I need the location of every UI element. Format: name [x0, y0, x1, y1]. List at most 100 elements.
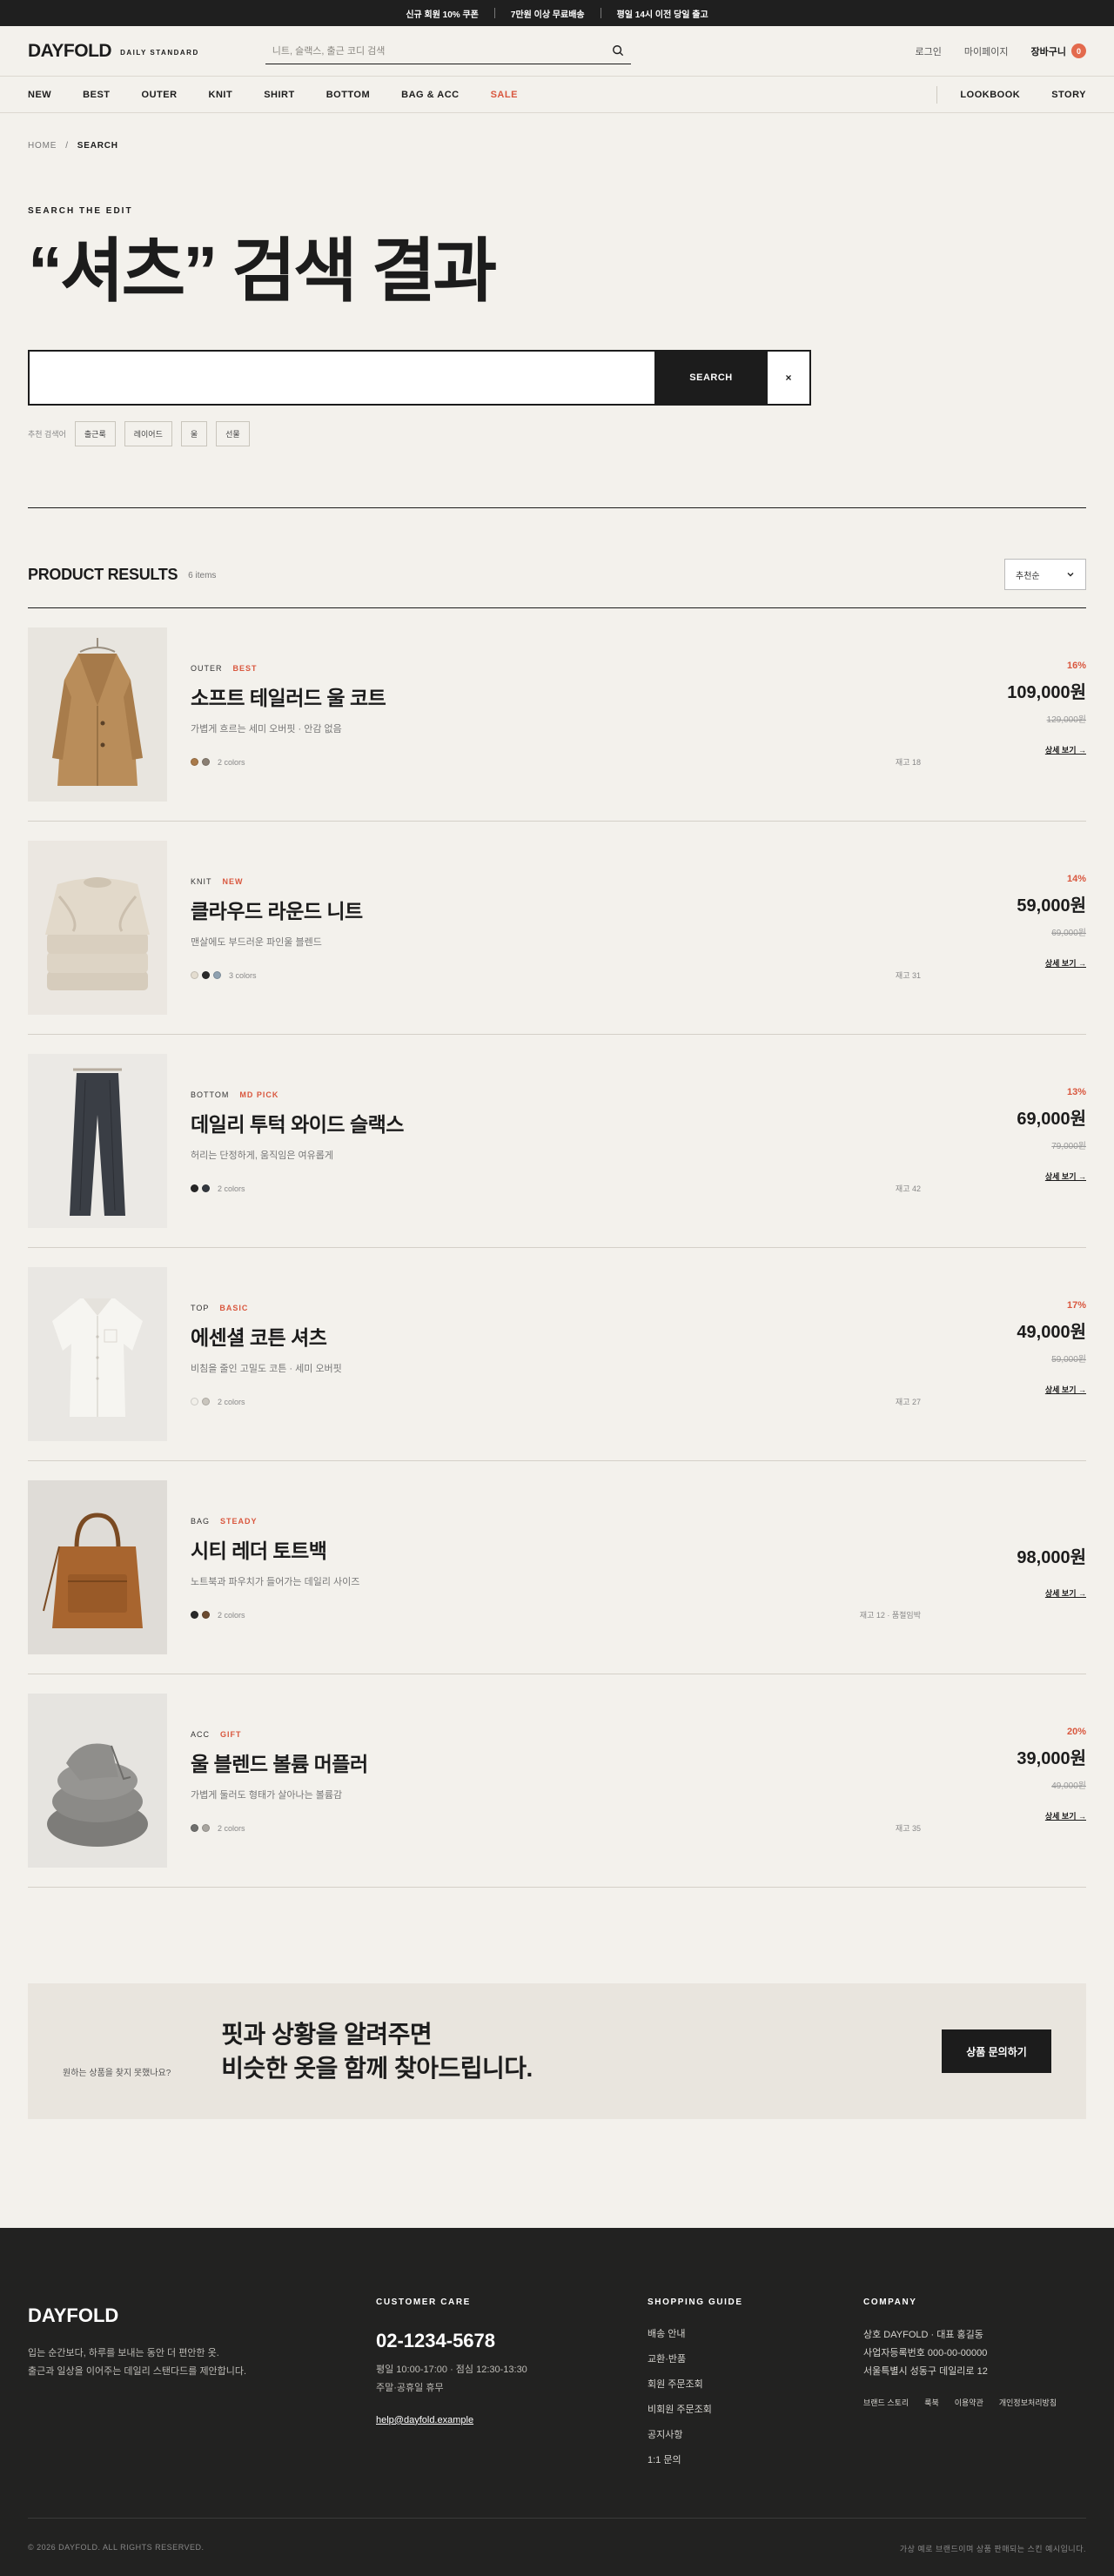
nav-sale[interactable]: SALE: [491, 90, 518, 100]
guide-link[interactable]: 공지사항: [648, 2427, 863, 2441]
nav-lookbook[interactable]: LOOKBOOK: [960, 90, 1020, 100]
product-image[interactable]: [28, 1054, 167, 1228]
color-swatch[interactable]: [191, 758, 198, 766]
footer-tagline: 입는 순간보다, 하루를 보내는 동안 더 편안한 옷.: [28, 2348, 219, 2358]
product-category: BAG: [191, 1517, 211, 1526]
footer-link[interactable]: 개인정보처리방침: [999, 2397, 1057, 2408]
original-price: 69,000원: [1051, 929, 1086, 938]
search-input[interactable]: [30, 352, 654, 404]
logo[interactable]: DAYFOLD: [28, 41, 112, 62]
color-swatch[interactable]: [202, 971, 210, 979]
nav-best[interactable]: BEST: [83, 90, 110, 100]
keyword-chip[interactable]: 레이어드: [124, 421, 172, 446]
breadcrumb-home[interactable]: HOME: [28, 141, 57, 151]
product-category: TOP: [191, 1304, 210, 1312]
product-image[interactable]: [28, 1694, 167, 1868]
product-name[interactable]: 데일리 투턱 와이드 슬랙스: [191, 1108, 938, 1137]
eyebrow-label: SEARCH THE EDIT: [28, 206, 133, 216]
nav-outer[interactable]: OUTER: [142, 90, 178, 100]
guide-link[interactable]: 비회원 주문조회: [648, 2402, 863, 2416]
cart-count-badge: 0: [1071, 44, 1086, 58]
product-row[interactable]: BOTTOM MD PICK 데일리 투턱 와이드 슬랙스 허리는 단정하게, 움…: [28, 1035, 1086, 1248]
guide-link[interactable]: 1:1 문의: [648, 2452, 863, 2466]
color-swatch[interactable]: [191, 971, 198, 979]
detail-link[interactable]: 상세 보기 →: [1045, 1384, 1086, 1395]
breadcrumb: HOME / SEARCH: [0, 141, 1114, 151]
nav-bottom[interactable]: BOTTOM: [326, 90, 370, 100]
demo-notice: 가상 예로 브랜드이며 상품 판매되는 스킨 예시입니다.: [899, 2545, 1086, 2553]
product-description: 비침을 줄인 고밀도 코튼 · 세미 오버핏: [191, 1364, 342, 1374]
detail-link[interactable]: 상세 보기 →: [1045, 1810, 1086, 1821]
footer-link[interactable]: 브랜드 스토리: [863, 2397, 909, 2408]
search-form: SEARCH ×: [28, 350, 811, 406]
nav-knit[interactable]: KNIT: [209, 90, 233, 100]
header-search-input[interactable]: 니트, 슬랙스, 출근 코디 검색: [272, 44, 386, 57]
search-icon[interactable]: [612, 44, 624, 57]
header-utility: 로그인 마이페이지 장바구니 0: [916, 44, 1086, 58]
nav-new[interactable]: NEW: [28, 90, 51, 100]
detail-link[interactable]: 상세 보기 →: [1045, 744, 1086, 755]
footer-tagline: 출근과 일상을 이어주는 데일리 스탠다드를 제안합니다.: [28, 2365, 247, 2377]
site-header: DAYFOLD DAILY STANDARD 니트, 슬랙스, 출근 코디 검색…: [0, 26, 1114, 77]
login-link[interactable]: 로그인: [916, 44, 942, 58]
product-row[interactable]: TOP BASIC 에센셜 코튼 셔츠 비침을 줄인 고밀도 코튼 · 세미 오버…: [28, 1248, 1086, 1461]
guide-link[interactable]: 배송 안내: [648, 2326, 863, 2340]
product-image[interactable]: [28, 1480, 167, 1654]
color-swatch[interactable]: [202, 1611, 210, 1619]
nav-bag-acc[interactable]: BAG & ACC: [401, 90, 459, 100]
color-swatch[interactable]: [191, 1824, 198, 1832]
banner-caption: 원하는 상품을 찾지 못했나요?: [63, 2068, 171, 2078]
cart-label: 장바구니: [1030, 46, 1066, 57]
phone-number[interactable]: 02-1234-5678: [376, 2330, 648, 2352]
product-row[interactable]: BAG STEADY 시티 레더 토트백 노트북과 파우치가 들어가는 데일리 사…: [28, 1461, 1086, 1674]
keyword-chip[interactable]: 울: [180, 421, 208, 446]
breadcrumb-current: SEARCH: [77, 141, 118, 151]
discount-rate: 13%: [1066, 1087, 1086, 1097]
detail-link[interactable]: 상세 보기 →: [1045, 957, 1086, 969]
color-swatch[interactable]: [213, 971, 221, 979]
product-image[interactable]: [28, 1267, 167, 1441]
color-swatch[interactable]: [202, 1184, 210, 1192]
product-name[interactable]: 소프트 테일러드 울 코트: [191, 681, 938, 711]
color-swatch[interactable]: [202, 758, 210, 766]
product-name[interactable]: 울 블렌드 볼륨 머플러: [191, 1748, 938, 1777]
product-row[interactable]: KNIT NEW 클라우드 라운드 니트 맨살에도 부드러운 파인울 블렌드 3 …: [28, 822, 1086, 1035]
footer-link[interactable]: 룩북: [924, 2397, 939, 2408]
guide-link[interactable]: 회원 주문조회: [648, 2377, 863, 2391]
sort-select[interactable]: 추천순: [1004, 559, 1086, 590]
keyword-chip[interactable]: 출근룩: [74, 421, 116, 446]
mypage-link[interactable]: 마이페이지: [964, 44, 1009, 58]
keyword-chip[interactable]: 선물: [216, 421, 250, 446]
color-swatch[interactable]: [191, 1611, 198, 1619]
color-swatch[interactable]: [202, 1398, 210, 1405]
product-image[interactable]: [28, 627, 167, 802]
color-count: 2 colors: [218, 1610, 245, 1620]
product-image[interactable]: [28, 841, 167, 1015]
color-swatch[interactable]: [202, 1824, 210, 1832]
footer-logo[interactable]: DAYFOLD: [28, 2304, 376, 2327]
inquiry-button[interactable]: 상품 문의하기: [942, 2029, 1051, 2073]
product-badge: NEW: [222, 877, 244, 886]
product-name[interactable]: 에센셜 코튼 셔츠: [191, 1321, 938, 1351]
detail-link[interactable]: 상세 보기 →: [1045, 1587, 1086, 1599]
chevron-down-icon: [1066, 570, 1075, 579]
footer-link[interactable]: 이용약관: [955, 2397, 983, 2408]
results-header: PRODUCT RESULTS 6 items 추천순: [0, 559, 1114, 590]
product-row[interactable]: ACC GIFT 울 블렌드 볼륨 머플러 가볍게 둘러도 형태가 살아나는 볼륨…: [28, 1674, 1086, 1888]
product-row[interactable]: OUTER BEST 소프트 테일러드 울 코트 가볍게 흐르는 세미 오버핏 ·…: [28, 608, 1086, 822]
detail-link[interactable]: 상세 보기 →: [1045, 1171, 1086, 1182]
cart-link[interactable]: 장바구니 0: [1031, 44, 1086, 58]
guide-link[interactable]: 교환·반품: [648, 2351, 863, 2365]
product-name[interactable]: 클라우드 라운드 니트: [191, 895, 938, 924]
clear-button[interactable]: ×: [768, 352, 809, 404]
color-swatch[interactable]: [191, 1184, 198, 1192]
discount-rate: 16%: [1066, 661, 1086, 671]
support-email[interactable]: help@dayfold.example: [376, 2415, 473, 2425]
nav-story[interactable]: STORY: [1051, 90, 1086, 100]
nav-shirt[interactable]: SHIRT: [264, 90, 295, 100]
color-swatch[interactable]: [191, 1398, 198, 1405]
search-button[interactable]: SEARCH: [654, 352, 768, 404]
company-heading: COMPANY: [863, 2298, 917, 2307]
header-search[interactable]: 니트, 슬랙스, 출근 코디 검색: [265, 38, 631, 64]
product-name[interactable]: 시티 레더 토트백: [191, 1534, 938, 1564]
